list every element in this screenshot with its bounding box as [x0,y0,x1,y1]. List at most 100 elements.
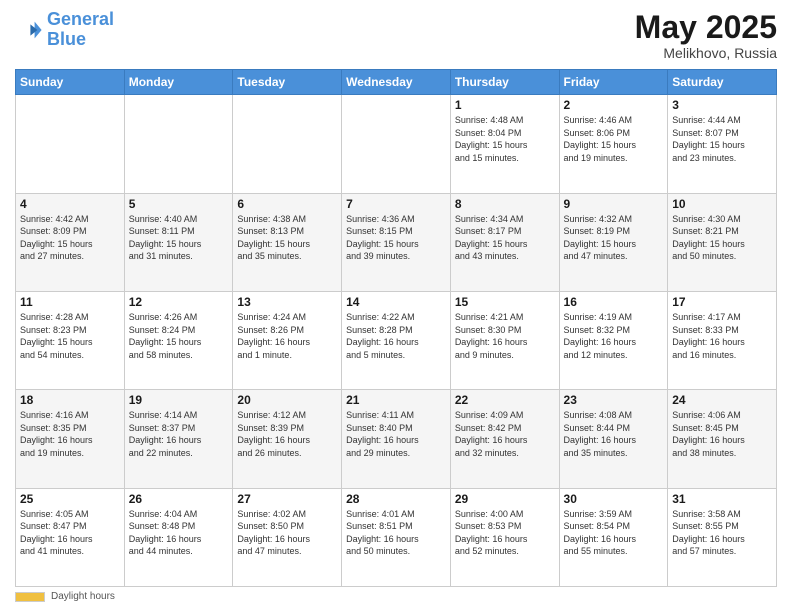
calendar-cell: 23Sunrise: 4:08 AM Sunset: 8:44 PM Dayli… [559,390,668,488]
day-info: Sunrise: 4:11 AM Sunset: 8:40 PM Dayligh… [346,409,446,459]
location: Melikhovo, Russia [635,45,777,61]
weekday-header-row: SundayMondayTuesdayWednesdayThursdayFrid… [16,70,777,95]
day-number: 22 [455,393,555,407]
day-info: Sunrise: 4:05 AM Sunset: 8:47 PM Dayligh… [20,508,120,558]
day-info: Sunrise: 4:17 AM Sunset: 8:33 PM Dayligh… [672,311,772,361]
calendar-cell: 15Sunrise: 4:21 AM Sunset: 8:30 PM Dayli… [450,291,559,389]
day-info: Sunrise: 4:22 AM Sunset: 8:28 PM Dayligh… [346,311,446,361]
footer-note: Daylight hours [15,591,777,602]
day-info: Sunrise: 3:58 AM Sunset: 8:55 PM Dayligh… [672,508,772,558]
logo-icon [15,16,43,44]
logo-general: General [47,9,114,29]
weekday-header-wednesday: Wednesday [342,70,451,95]
day-number: 31 [672,492,772,506]
day-number: 11 [20,295,120,309]
calendar-cell: 1Sunrise: 4:48 AM Sunset: 8:04 PM Daylig… [450,95,559,193]
day-info: Sunrise: 4:14 AM Sunset: 8:37 PM Dayligh… [129,409,229,459]
day-info: Sunrise: 4:19 AM Sunset: 8:32 PM Dayligh… [564,311,664,361]
day-info: Sunrise: 4:12 AM Sunset: 8:39 PM Dayligh… [237,409,337,459]
weekday-header-friday: Friday [559,70,668,95]
title-block: May 2025 Melikhovo, Russia [635,10,777,61]
day-info: Sunrise: 4:30 AM Sunset: 8:21 PM Dayligh… [672,213,772,263]
calendar-cell: 31 Sunrise: 3:58 AM Sunset: 8:55 PM Dayli… [668,488,777,586]
calendar-week-2: 4 Sunrise: 4:42 AM Sunset: 8:09 PM Daylig… [16,193,777,291]
calendar-cell: 13 Sunrise: 4:24 AM Sunset: 8:26 PM Dayli… [233,291,342,389]
day-number: 7 [346,197,446,211]
day-number: 6 [237,197,337,211]
day-number: 28 [346,492,446,506]
day-info: Sunrise: 4:34 AM Sunset: 8:17 PM Dayligh… [455,213,555,263]
day-info: Sunrise: 4:02 AM Sunset: 8:50 PM Dayligh… [237,508,337,558]
logo-text: General Blue [47,10,114,50]
calendar-cell: 12Sunrise: 4:26 AM Sunset: 8:24 PM Dayli… [124,291,233,389]
day-number: 20 [237,393,337,407]
calendar-cell: 26Sunrise: 4:04 AM Sunset: 8:48 PM Dayli… [124,488,233,586]
day-number: 18 [20,393,120,407]
calendar-week-1: 1Sunrise: 4:48 AM Sunset: 8:04 PM Daylig… [16,95,777,193]
weekday-header-thursday: Thursday [450,70,559,95]
calendar-cell: 4 Sunrise: 4:42 AM Sunset: 8:09 PM Daylig… [16,193,125,291]
page: General Blue May 2025 Melikhovo, Russia … [0,0,792,612]
day-info: Sunrise: 4:08 AM Sunset: 8:44 PM Dayligh… [564,409,664,459]
day-info: Sunrise: 4:46 AM Sunset: 8:06 PM Dayligh… [564,114,664,164]
day-info: Sunrise: 4:38 AM Sunset: 8:13 PM Dayligh… [237,213,337,263]
day-info: Sunrise: 4:28 AM Sunset: 8:23 PM Dayligh… [20,311,120,361]
weekday-header-monday: Monday [124,70,233,95]
calendar-cell: 22 Sunrise: 4:09 AM Sunset: 8:42 PM Dayli… [450,390,559,488]
weekday-header-tuesday: Tuesday [233,70,342,95]
calendar-cell [233,95,342,193]
calendar-cell: 29 Sunrise: 4:00 AM Sunset: 8:53 PM Dayli… [450,488,559,586]
day-info: Sunrise: 4:48 AM Sunset: 8:04 PM Dayligh… [455,114,555,164]
weekday-header-saturday: Saturday [668,70,777,95]
calendar-cell: 10Sunrise: 4:30 AM Sunset: 8:21 PM Dayli… [668,193,777,291]
calendar-cell: 8Sunrise: 4:34 AM Sunset: 8:17 PM Daylig… [450,193,559,291]
calendar-cell: 16 Sunrise: 4:19 AM Sunset: 8:32 PM Dayli… [559,291,668,389]
calendar-cell: 14 Sunrise: 4:22 AM Sunset: 8:28 PM Dayli… [342,291,451,389]
calendar-cell: 17Sunrise: 4:17 AM Sunset: 8:33 PM Dayli… [668,291,777,389]
day-number: 30 [564,492,664,506]
calendar-cell: 7 Sunrise: 4:36 AM Sunset: 8:15 PM Daylig… [342,193,451,291]
calendar-cell: 27 Sunrise: 4:02 AM Sunset: 8:50 PM Dayli… [233,488,342,586]
calendar-cell: 5Sunrise: 4:40 AM Sunset: 8:11 PM Daylig… [124,193,233,291]
day-info: Sunrise: 4:04 AM Sunset: 8:48 PM Dayligh… [129,508,229,558]
day-number: 19 [129,393,229,407]
day-number: 14 [346,295,446,309]
calendar-cell: 20 Sunrise: 4:12 AM Sunset: 8:39 PM Dayli… [233,390,342,488]
month-title: May 2025 [635,10,777,45]
day-info: Sunrise: 4:21 AM Sunset: 8:30 PM Dayligh… [455,311,555,361]
day-number: 9 [564,197,664,211]
day-info: Sunrise: 4:36 AM Sunset: 8:15 PM Dayligh… [346,213,446,263]
header: General Blue May 2025 Melikhovo, Russia [15,10,777,61]
day-info: Sunrise: 4:40 AM Sunset: 8:11 PM Dayligh… [129,213,229,263]
day-info: Sunrise: 4:16 AM Sunset: 8:35 PM Dayligh… [20,409,120,459]
day-info: Sunrise: 3:59 AM Sunset: 8:54 PM Dayligh… [564,508,664,558]
day-number: 24 [672,393,772,407]
calendar-cell: 18 Sunrise: 4:16 AM Sunset: 8:35 PM Dayli… [16,390,125,488]
day-info: Sunrise: 4:09 AM Sunset: 8:42 PM Dayligh… [455,409,555,459]
day-info: Sunrise: 4:42 AM Sunset: 8:09 PM Dayligh… [20,213,120,263]
day-info: Sunrise: 4:44 AM Sunset: 8:07 PM Dayligh… [672,114,772,164]
day-number: 3 [672,98,772,112]
calendar-cell: 2Sunrise: 4:46 AM Sunset: 8:06 PM Daylig… [559,95,668,193]
calendar-cell [124,95,233,193]
day-number: 29 [455,492,555,506]
day-info: Sunrise: 4:00 AM Sunset: 8:53 PM Dayligh… [455,508,555,558]
calendar-cell: 6 Sunrise: 4:38 AM Sunset: 8:13 PM Daylig… [233,193,342,291]
calendar-cell [342,95,451,193]
day-number: 16 [564,295,664,309]
day-number: 27 [237,492,337,506]
weekday-header-sunday: Sunday [16,70,125,95]
day-number: 21 [346,393,446,407]
day-number: 4 [20,197,120,211]
calendar-week-4: 18 Sunrise: 4:16 AM Sunset: 8:35 PM Dayli… [16,390,777,488]
calendar-cell: 19 Sunrise: 4:14 AM Sunset: 8:37 PM Dayli… [124,390,233,488]
calendar-cell: 21 Sunrise: 4:11 AM Sunset: 8:40 PM Dayli… [342,390,451,488]
calendar-week-5: 25Sunrise: 4:05 AM Sunset: 8:47 PM Dayli… [16,488,777,586]
day-info: Sunrise: 4:32 AM Sunset: 8:19 PM Dayligh… [564,213,664,263]
day-info: Sunrise: 4:24 AM Sunset: 8:26 PM Dayligh… [237,311,337,361]
calendar-cell: 9 Sunrise: 4:32 AM Sunset: 8:19 PM Daylig… [559,193,668,291]
calendar-table: SundayMondayTuesdayWednesdayThursdayFrid… [15,69,777,587]
day-info: Sunrise: 4:06 AM Sunset: 8:45 PM Dayligh… [672,409,772,459]
calendar-week-3: 11 Sunrise: 4:28 AM Sunset: 8:23 PM Dayli… [16,291,777,389]
day-number: 13 [237,295,337,309]
